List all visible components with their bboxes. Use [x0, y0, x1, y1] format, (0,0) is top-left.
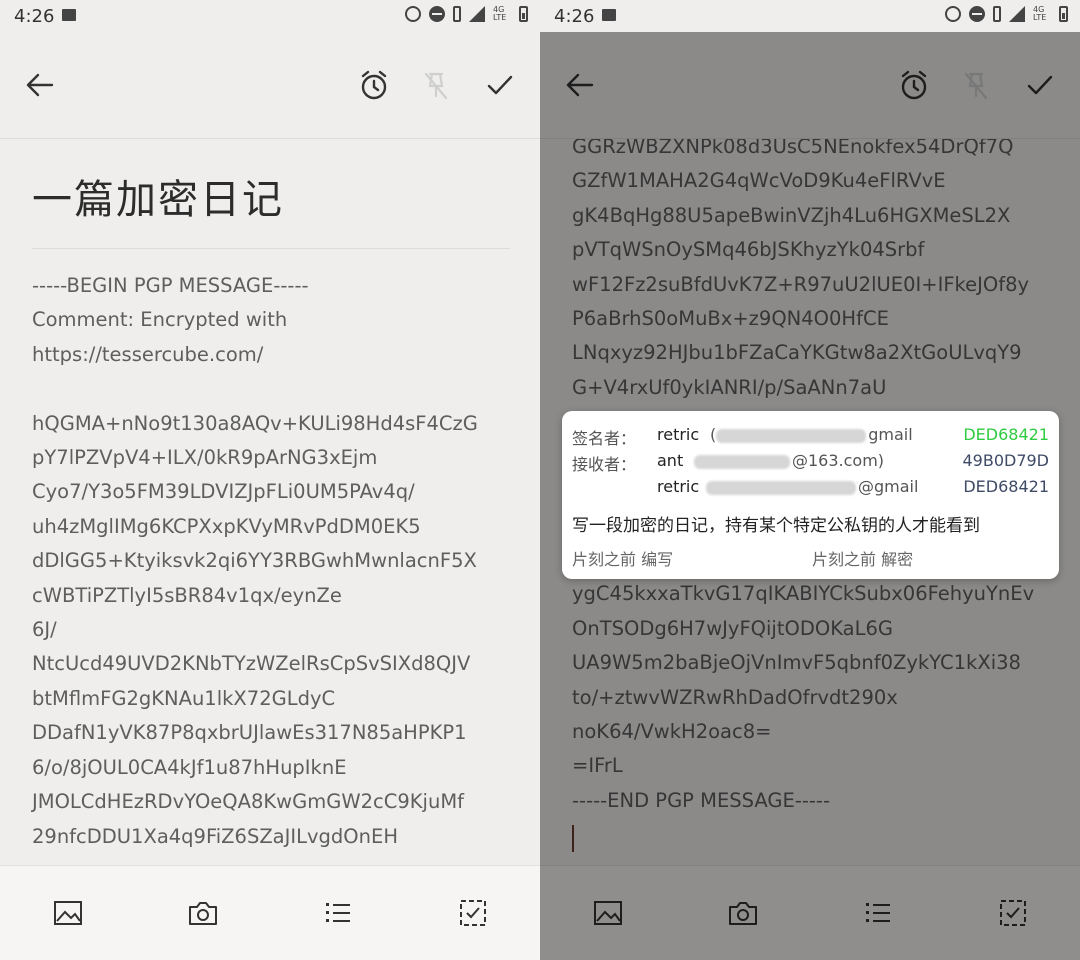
signal-icon: [469, 6, 485, 22]
camera-icon: [189, 902, 217, 925]
receiver-email: @gmail: [706, 477, 918, 496]
edited-time: 片刻之前 编写: [572, 550, 674, 569]
signer-name: retric: [657, 425, 700, 444]
receiver-key-id: DED68421: [963, 477, 1049, 496]
status-icons: 4G LTE: [405, 6, 528, 22]
dnd-status-icon: [429, 6, 445, 22]
done-button[interactable]: [480, 65, 520, 105]
status-time: 4:26: [14, 6, 55, 27]
checklist-icon: [460, 900, 486, 926]
redacted-email: [706, 480, 856, 495]
image-notification-icon: [62, 9, 76, 21]
image-icon: [54, 901, 82, 925]
reminder-button[interactable]: [354, 65, 394, 105]
receiver-email-domain: @163.com): [792, 451, 885, 470]
signer-email-domain: gmail: [868, 425, 913, 444]
receiver-name: retric: [657, 477, 700, 496]
list-icon: [326, 903, 350, 922]
redacted-email: [694, 454, 790, 469]
vibrate-status-icon: [993, 6, 1001, 22]
receiver-label: 接收者：: [572, 455, 637, 474]
signer-email: (gmail: [710, 425, 913, 444]
note-editor-screen-with-signature: 4:26 4G LTE GGRzWBZXNPk08d3UsC5NEnokfex5…: [540, 0, 1080, 960]
signal-icon: [1009, 6, 1025, 22]
receiver-email: @163.com): [694, 451, 884, 470]
pin-button[interactable]: [416, 65, 456, 105]
signature-info-card: 签名者： 接收者： retric (gmail DED68421 ant @16…: [562, 411, 1059, 579]
pin-off-icon: [424, 72, 448, 100]
status-icons: 4G LTE: [945, 6, 1068, 22]
arrow-left-icon: [26, 73, 54, 97]
battery-icon: [519, 6, 528, 22]
receiver-name: ant: [657, 451, 684, 470]
note-body[interactable]: -----BEGIN PGP MESSAGE----- Comment: Enc…: [32, 269, 478, 854]
checklist-button[interactable]: [456, 896, 490, 930]
note-title[interactable]: 一篇加密日记: [32, 167, 284, 225]
status-bar: 4:26 4G LTE: [0, 0, 540, 32]
decrypted-summary: 写一段加密的日记，持有某个特定公私钥的人才能看到: [572, 516, 980, 536]
vibrate-status-icon: [453, 6, 461, 22]
status-bar: 4:26 4G LTE: [540, 0, 1080, 32]
image-notification-icon: [602, 9, 616, 21]
camera-button[interactable]: [186, 896, 220, 930]
receiver-key-id: 49B0D79D: [962, 451, 1049, 470]
network-type-icon: 4G LTE: [493, 5, 507, 22]
dnd-status-icon: [969, 6, 985, 22]
signer-key-id: DED68421: [963, 425, 1049, 444]
network-type-icon: 4G LTE: [1033, 5, 1047, 22]
title-divider: [32, 248, 510, 249]
note-editor-screen: 4:26 4G LTE 一篇加密日记 -----BEGIN PGP MESSAG…: [0, 0, 540, 960]
status-time: 4:26: [554, 6, 595, 27]
decrypted-time: 片刻之前 解密: [812, 550, 914, 569]
signer-label: 签名者：: [572, 429, 637, 448]
insert-image-button[interactable]: [51, 896, 85, 930]
back-button[interactable]: [20, 65, 60, 105]
editor-toolbar: [0, 32, 540, 139]
bullet-list-button[interactable]: [321, 896, 355, 930]
redacted-email: [716, 428, 867, 443]
alarm-clock-icon: [361, 70, 387, 100]
note-content[interactable]: 一篇加密日记 -----BEGIN PGP MESSAGE----- Comme…: [0, 139, 540, 865]
check-icon: [487, 75, 513, 95]
receiver-email-domain: @gmail: [858, 477, 919, 496]
alarm-status-icon: [405, 6, 421, 22]
bottom-toolbar: [0, 865, 540, 960]
alarm-status-icon: [945, 6, 961, 22]
battery-icon: [1059, 6, 1068, 22]
